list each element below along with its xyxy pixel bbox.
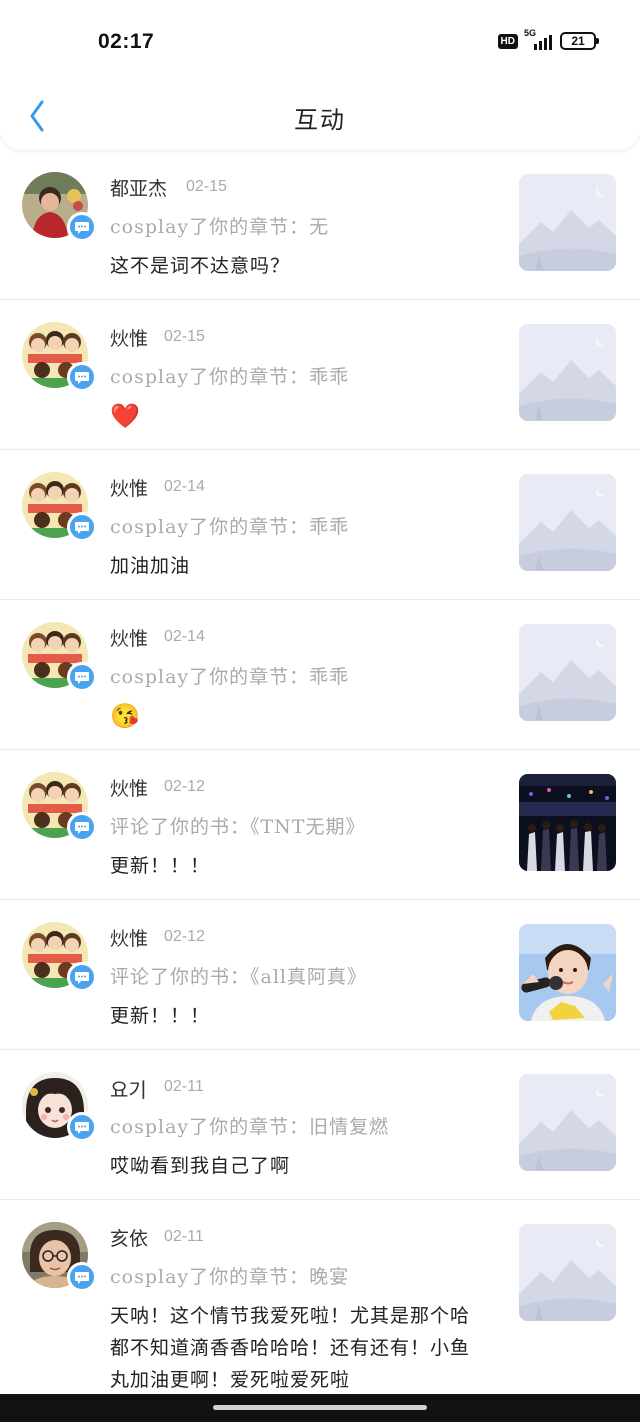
comment-text: 这不是词不达意吗？: [110, 255, 291, 277]
placeholder-thumbnail[interactable]: [519, 174, 616, 271]
action-text: 评论了你的书：《all真阿真》: [110, 966, 367, 988]
home-indicator[interactable]: [213, 1405, 427, 1410]
hd-icon: HD: [497, 33, 518, 49]
date: 02-12: [164, 928, 205, 945]
book-cover-thumbnail[interactable]: [519, 774, 616, 871]
list-item[interactable]: 炏惟 02-12 评论了你的书：《all真阿真》 更新！！！: [0, 900, 640, 1050]
action-text: cosplay了你的章节：无: [110, 216, 330, 238]
list-item[interactable]: 都亚杰 02-15 cosplay了你的章节：无 这不是词不达意吗？: [0, 150, 640, 300]
battery-icon: 21: [560, 32, 599, 50]
user-name[interactable]: 炏惟: [110, 924, 148, 951]
date: 02-14: [164, 478, 205, 495]
list-item[interactable]: 炏惟 02-14 cosplay了你的章节：乖乖 😘: [0, 600, 640, 750]
action-text: cosplay了你的章节：旧情复燃: [110, 1116, 390, 1138]
user-name[interactable]: 亥依: [110, 1224, 148, 1251]
date: 02-12: [164, 778, 205, 795]
message-bubble-icon: [67, 212, 97, 242]
list-item[interactable]: 亥依 02-11 cosplay了你的章节：晚宴 天呐！这个情节我爱死啦！尤其是…: [0, 1200, 640, 1400]
placeholder-thumbnail[interactable]: [519, 1074, 616, 1171]
home-indicator-bar: [0, 1394, 640, 1422]
status-icons: HD 5G 21: [497, 28, 599, 50]
date: 02-15: [186, 178, 227, 195]
message-bubble-icon: [67, 962, 97, 992]
date: 02-15: [164, 328, 205, 345]
page-title: 互动: [294, 106, 346, 134]
action-text: 评论了你的书：《TNT无期》: [110, 816, 366, 838]
interaction-list: 都亚杰 02-15 cosplay了你的章节：无 这不是词不达意吗？ 炏惟 02…: [0, 150, 640, 1400]
network-label: 5G: [524, 28, 537, 38]
message-bubble-icon: [67, 662, 97, 692]
message-bubble-icon: [67, 512, 97, 542]
list-item[interactable]: 炏惟 02-15 cosplay了你的章节：乖乖 ❤️: [0, 300, 640, 450]
status-bar: 02:17 HD 5G 21: [0, 0, 640, 84]
action-text: cosplay了你的章节：乖乖: [110, 516, 350, 538]
comment-text: 天呐！这个情节我爱死啦！尤其是那个哈都不知道滴香香哈哈哈！还有还有！小鱼丸加油更…: [110, 1305, 471, 1391]
user-name[interactable]: 炏惟: [110, 324, 148, 351]
user-name[interactable]: 炏惟: [110, 624, 148, 651]
date: 02-11: [164, 1078, 204, 1095]
comment-text: 更新！！！: [110, 855, 211, 877]
action-text: cosplay了你的章节：乖乖: [110, 366, 350, 388]
comment-text: 😘: [110, 702, 141, 730]
message-bubble-icon: [67, 812, 97, 842]
list-item[interactable]: 炏惟 02-12 评论了你的书：《TNT无期》 更新！！！: [0, 750, 640, 900]
user-name[interactable]: 都亚杰: [110, 174, 167, 201]
action-text: cosplay了你的章节：晚宴: [110, 1266, 350, 1288]
date: 02-14: [164, 628, 205, 645]
placeholder-thumbnail[interactable]: [519, 324, 616, 421]
comment-text: 更新！！！: [110, 1005, 211, 1027]
placeholder-thumbnail[interactable]: [519, 474, 616, 571]
book-cover-thumbnail[interactable]: [519, 924, 616, 1021]
list-item[interactable]: 炏惟 02-14 cosplay了你的章节：乖乖 加油加油: [0, 450, 640, 600]
nav-bar: 互动: [0, 84, 640, 150]
comment-text: 哎呦看到我自己了啊: [110, 1155, 291, 1177]
signal-icon: 5G: [524, 28, 552, 50]
placeholder-thumbnail[interactable]: [519, 1224, 616, 1321]
action-text: cosplay了你的章节：乖乖: [110, 666, 350, 688]
comment-text: 加油加油: [110, 555, 191, 577]
message-bubble-icon: [67, 1112, 97, 1142]
placeholder-thumbnail[interactable]: [519, 624, 616, 721]
user-name[interactable]: 요기: [110, 1074, 147, 1103]
comment-text: ❤️: [110, 402, 141, 430]
date: 02-11: [164, 1228, 204, 1245]
battery-level: 21: [571, 34, 585, 48]
message-bubble-icon: [67, 1262, 97, 1292]
status-time: 02:17: [98, 30, 155, 53]
user-name[interactable]: 炏惟: [110, 774, 148, 801]
message-bubble-icon: [67, 362, 97, 392]
list-item[interactable]: 요기 02-11 cosplay了你的章节：旧情复燃 哎呦看到我自己了啊: [0, 1050, 640, 1200]
user-name[interactable]: 炏惟: [110, 474, 148, 501]
